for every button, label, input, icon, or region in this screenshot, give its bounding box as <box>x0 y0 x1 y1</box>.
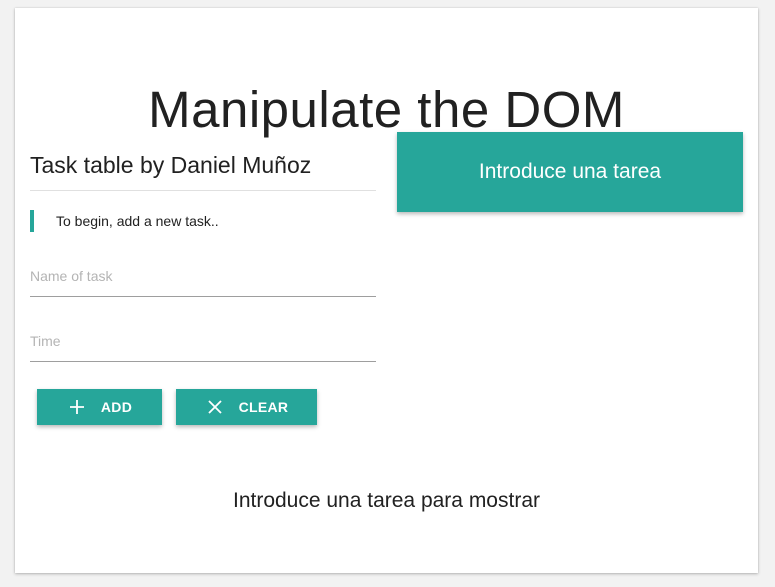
plus-icon <box>67 397 87 417</box>
introduce-task-button[interactable]: Introduce una tarea <box>397 132 743 212</box>
main-card: Manipulate the DOM Task table by Daniel … <box>15 8 758 573</box>
page-title: Manipulate the DOM <box>148 81 625 139</box>
task-name-field-wrapper <box>30 258 376 297</box>
task-form-panel: Task table by Daniel Muñoz To begin, add… <box>30 142 376 425</box>
clear-button-label: CLEAR <box>238 399 289 415</box>
clear-button[interactable]: CLEAR <box>176 389 317 425</box>
close-icon <box>205 397 225 417</box>
time-input[interactable] <box>30 323 376 359</box>
add-button[interactable]: ADD <box>37 389 162 425</box>
task-name-input[interactable] <box>30 258 376 294</box>
form-actions: ADD CLEAR <box>30 389 376 425</box>
info-note: To begin, add a new task.. <box>30 210 376 232</box>
time-field-wrapper <box>30 323 376 362</box>
task-table-heading: Task table by Daniel Muñoz <box>30 142 376 191</box>
empty-state-message: Introduce una tarea para mostrar <box>232 489 540 512</box>
add-button-label: ADD <box>100 399 133 415</box>
